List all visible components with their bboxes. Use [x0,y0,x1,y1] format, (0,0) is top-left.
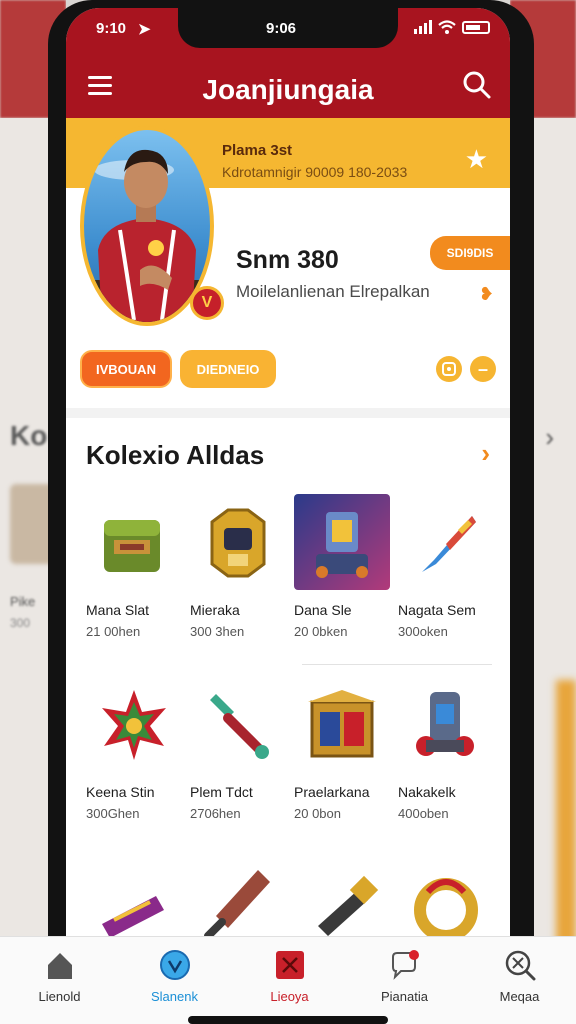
app-screen: 9:10 ➤ 9:06 Joanjiungaia V Plama 3st Kdr… [66,8,510,1024]
tab-search[interactable]: Meqaa [462,937,576,1024]
search-button[interactable] [462,70,492,100]
hammer-icon [190,676,286,772]
collection-item[interactable]: Mieraka 300 3hen [190,494,294,639]
status-center-time: 9:06 [266,20,297,37]
tab-home[interactable]: Lienold [2,937,117,1024]
app-title: Joanjiungaia [202,74,374,105]
chevron-right-icon[interactable]: › [481,438,490,469]
settings-icon[interactable] [436,356,462,382]
collection-item[interactable]: Dana Sle 20 0bken [294,494,398,639]
collection-item[interactable]: Mana Slat 21 00hen [86,494,190,639]
background-label: Pike [10,594,36,609]
signal-icon [414,20,432,34]
profile-description: Moilelanlienan Elrepalkan [236,282,430,301]
favorite-star-icon[interactable]: ★ [465,144,488,175]
background-chevron-icon: › [545,422,554,452]
collection-item[interactable]: Keena Stin 300Ghen [86,676,190,821]
collection-item[interactable]: Praelarkana 20 0bon [294,676,398,821]
chest-icon [86,494,182,590]
app-header: 9:10 ➤ 9:06 Joanjiungaia [66,8,510,118]
collection-item[interactable]: Nakakelk 400oben [398,676,502,821]
robot-icon [294,494,390,590]
profile-chip-button[interactable]: SDI9DIS [430,236,510,270]
profile-name: Plama 3st [222,142,293,159]
minus-icon[interactable]: – [470,356,496,382]
primary-action-button[interactable]: IVBOUAN [80,350,172,388]
search-icon [463,71,491,99]
search-x-icon [504,949,536,981]
team-badge: V [190,286,224,320]
bottom-navigation: Lienold Slanenk Lieoya Pianatia Meqaa [0,936,576,1024]
profile-subtitle: Kdrotamnigir 90009 180-2033 [222,164,408,180]
collection-item[interactable]: Nagata Sem 300oken [398,494,502,639]
tab-flag[interactable]: Lieoya [232,937,347,1024]
cannon-icon [398,676,494,772]
collection-section: Kolexio Alldas › Mana Slat 21 00hen Mier… [66,418,510,1024]
location-arrow-icon: ➤ [138,21,151,38]
check-circle-icon [159,949,191,981]
wifi-icon [438,20,456,34]
battery-icon [462,20,490,34]
profile-count: Snm 380 [236,246,339,274]
chat-icon [389,949,421,981]
home-indicator [188,1016,388,1024]
crystal-icon [398,494,494,590]
collection-item[interactable]: Plem Tdct 2706hen [190,676,294,821]
tab-active[interactable]: Slanenk [117,937,232,1024]
flower-icon [86,676,182,772]
robot-mask-icon [190,494,286,590]
background-price: 300 [10,616,31,630]
flag-x-icon [274,949,306,981]
status-time: 9:10 [96,20,127,37]
tab-chat[interactable]: Pianatia [347,937,462,1024]
home-icon [44,949,76,981]
crate-icon [294,676,390,772]
background-heading: Ko [10,420,48,451]
profile-card: V Plama 3st Kdrotamnigir 90009 180-2033 … [66,118,510,408]
heart-icon[interactable]: ❥ [479,284,494,305]
collection-title: Kolexio Alldas [86,440,265,470]
secondary-action-button[interactable]: DIEDNEIO [180,350,276,388]
